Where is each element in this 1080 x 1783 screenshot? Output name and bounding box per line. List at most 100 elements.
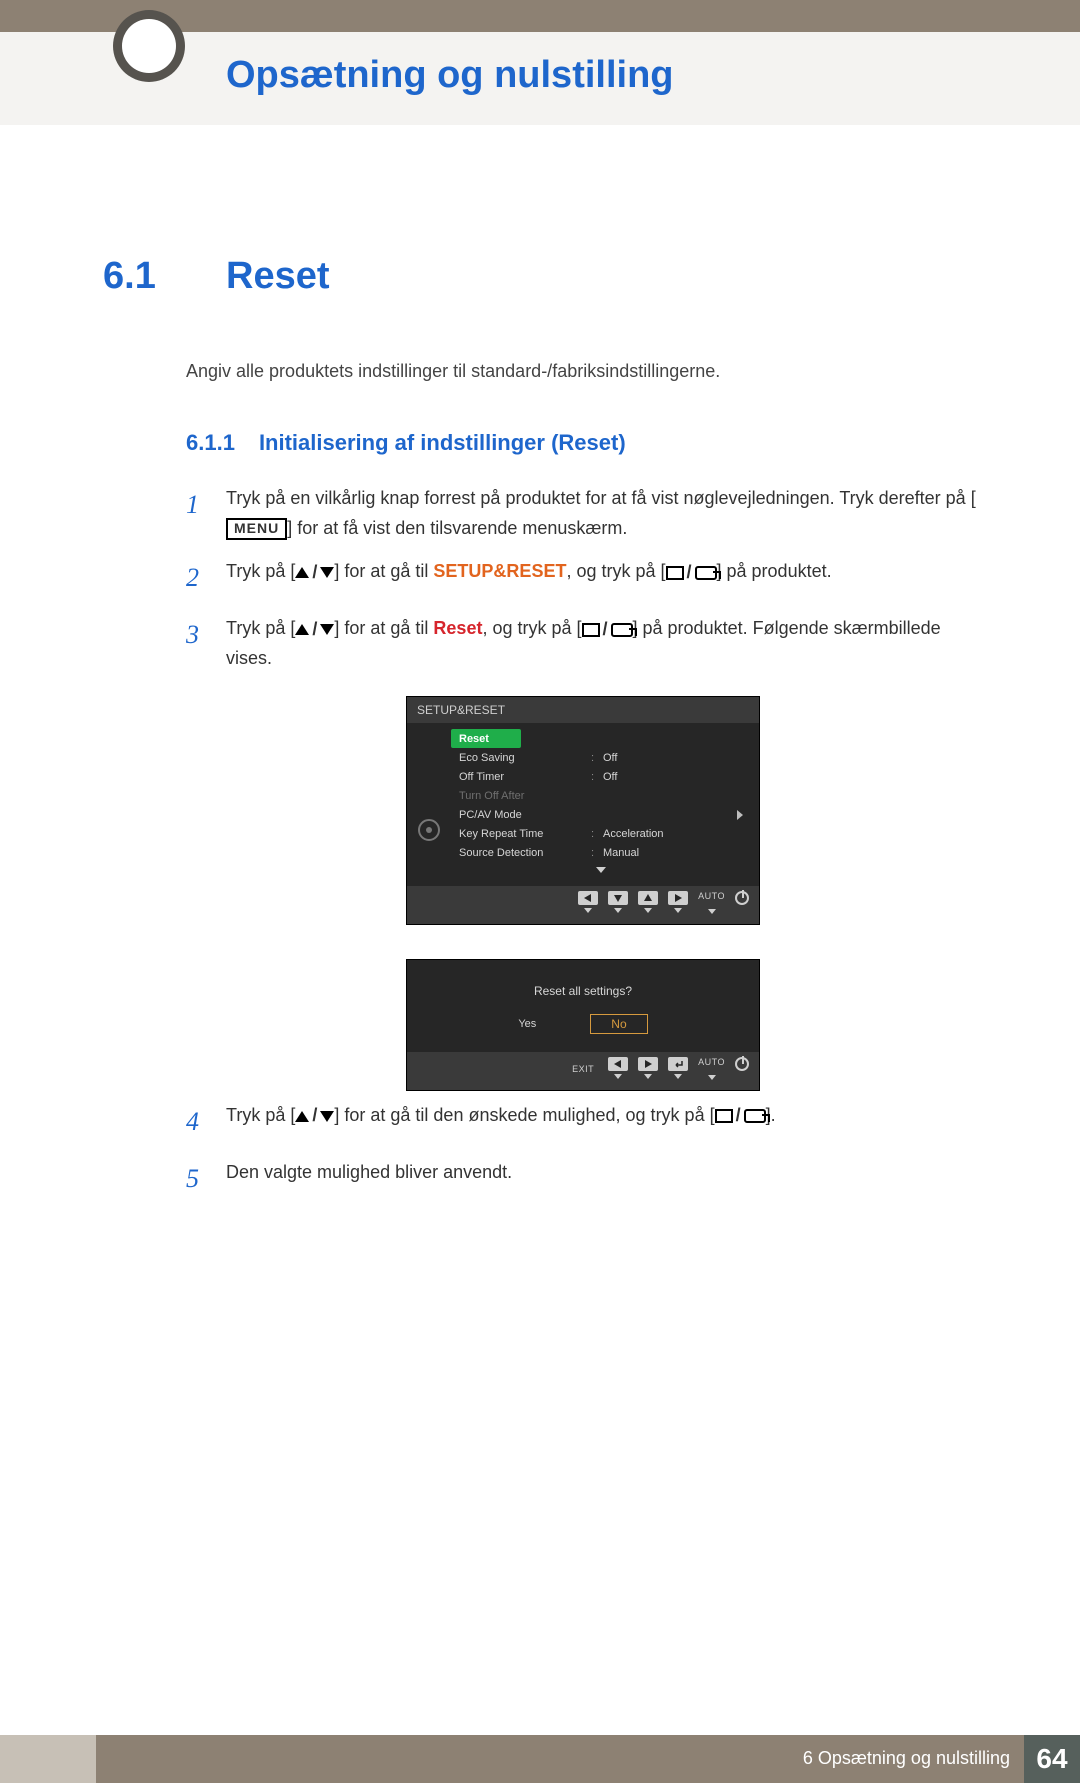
osd-row-pc-av-mode: PC/AV Mode xyxy=(451,805,751,824)
osd-row-off-timer: Off Timer: Off xyxy=(451,767,751,786)
text: Tryk på [ xyxy=(226,561,295,581)
text: ] på produktet. xyxy=(717,561,832,581)
footer-accent xyxy=(0,1735,96,1783)
confirm-question: Reset all settings? xyxy=(407,960,759,1014)
caret-right-icon xyxy=(737,805,743,824)
step-3: 3 Tryk på [/] for at gå til Reset, og tr… xyxy=(186,614,980,674)
header-band: Opsætning og nulstilling xyxy=(0,32,1080,125)
osd-screenshot-confirm: Reset all settings? Yes No EXIT AUTO xyxy=(406,959,760,1091)
text: Tryk på [ xyxy=(226,618,295,638)
nav-right-icon xyxy=(638,1057,658,1079)
enter-source-icon: / xyxy=(715,1101,766,1131)
step-number: 2 xyxy=(186,557,208,600)
text: Tryk på [ xyxy=(226,1105,295,1125)
text: ] for at gå til den ønskede mulighed, og… xyxy=(334,1105,714,1125)
text: , og tryk på [ xyxy=(482,618,581,638)
nav-enter-icon xyxy=(668,1057,688,1079)
section-title: Reset xyxy=(226,255,330,298)
value: Manual xyxy=(603,847,639,859)
label: Reset xyxy=(459,733,489,745)
nav-up-icon xyxy=(638,891,658,914)
osd-row-eco-saving: Eco Saving: Off xyxy=(451,748,751,767)
step-1: 1 Tryk på en vilkårlig knap forrest på p… xyxy=(186,484,980,543)
subsection-heading: 6.1.1 Initialisering af indstillinger (R… xyxy=(186,430,980,456)
nav-right-icon xyxy=(668,891,688,914)
step-5: 5 Den valgte mulighed bliver anvendt. xyxy=(186,1158,980,1201)
text: ] for at gå til xyxy=(334,561,433,581)
up-down-icon: / xyxy=(295,558,334,588)
nav-down-icon xyxy=(608,891,628,914)
osd-row-source-detection: Source Detection: Manual xyxy=(451,843,751,862)
step-text: Tryk på [/] for at gå til Reset, og tryk… xyxy=(226,614,980,674)
osd2-footer: EXIT AUTO xyxy=(407,1052,759,1090)
up-down-icon: / xyxy=(295,615,334,645)
step-number: 5 xyxy=(186,1158,208,1201)
text: Tryk på en vilkårlig knap forrest på pro… xyxy=(226,488,976,508)
step-2: 2 Tryk på [/] for at gå til SETUP&RESET,… xyxy=(186,557,980,600)
option-yes: Yes xyxy=(518,1018,536,1030)
colon: : xyxy=(591,847,594,859)
value: Off xyxy=(603,752,617,764)
osd-sidebar xyxy=(407,723,451,886)
step-number: 1 xyxy=(186,484,208,543)
osd-row-key-repeat: Key Repeat Time: Acceleration xyxy=(451,824,751,843)
section-intro: Angiv alle produktets indstillinger til … xyxy=(186,358,980,385)
enter-source-icon: / xyxy=(666,558,717,588)
step-text: Tryk på [/] for at gå til SETUP&RESET, o… xyxy=(226,557,832,600)
chapter-title: Opsætning og nulstilling xyxy=(226,54,1080,97)
chapter-icon xyxy=(113,10,185,82)
steps-list: 1 Tryk på en vilkårlig knap forrest på p… xyxy=(186,484,980,1201)
power-icon xyxy=(735,891,749,914)
osd-screenshot-menu: SETUP&RESET Reset Eco Saving: Off Off Tim… xyxy=(406,696,760,1091)
target-setup-reset: SETUP&RESET xyxy=(433,561,566,581)
label: Eco Saving xyxy=(459,752,515,764)
value: Off xyxy=(603,771,617,783)
enter-source-icon: / xyxy=(582,615,633,645)
label: Key Repeat Time xyxy=(459,828,543,840)
osd-footer: AUTO xyxy=(407,886,759,924)
section-number: 6.1 xyxy=(100,255,226,298)
label: Off Timer xyxy=(459,771,504,783)
page-number: 64 xyxy=(1024,1735,1080,1783)
text: ] for at gå til xyxy=(334,618,433,638)
nav-left-icon xyxy=(578,891,598,914)
page-content: 6.1 Reset Angiv alle produktets indstill… xyxy=(0,255,1080,1735)
subsection-number: 6.1.1 xyxy=(186,430,235,456)
label: AUTO xyxy=(698,891,725,901)
text: , og tryk på [ xyxy=(566,561,665,581)
menu-button-icon: MENU xyxy=(226,518,287,540)
value: Acceleration xyxy=(603,828,664,840)
step-4: 4 Tryk på [/] for at gå til den ønskede … xyxy=(186,1101,980,1144)
footer-text: 6 Opsætning og nulstilling xyxy=(803,1748,1010,1769)
nav-auto: AUTO xyxy=(698,891,725,914)
step-text: Den valgte mulighed bliver anvendt. xyxy=(226,1158,512,1201)
nav-auto: AUTO xyxy=(698,1057,725,1080)
step-text: Tryk på [/] for at gå til den ønskede mu… xyxy=(226,1101,776,1144)
power-icon xyxy=(735,1057,749,1071)
step-number: 3 xyxy=(186,614,208,674)
colon: : xyxy=(591,771,594,783)
label: PC/AV Mode xyxy=(459,809,522,821)
text: ] for at få vist den tilsvarende menuskæ… xyxy=(287,518,627,538)
step-text: Tryk på en vilkårlig knap forrest på pro… xyxy=(226,484,980,543)
osd-menu-list: Reset Eco Saving: Off Off Timer: Off Turn … xyxy=(451,723,759,886)
colon: : xyxy=(591,752,594,764)
colon: : xyxy=(591,828,594,840)
option-no: No xyxy=(590,1014,647,1034)
osd-scroll-down-icon xyxy=(451,862,751,880)
page-footer: 6 Opsætning og nulstilling 64 xyxy=(0,1735,1080,1783)
confirm-options: Yes No xyxy=(407,1014,759,1052)
subsection-title: Initialisering af indstillinger (Reset) xyxy=(259,430,626,456)
exit-label: EXIT xyxy=(572,1064,594,1074)
label: Turn Off After xyxy=(459,790,524,802)
step-number: 4 xyxy=(186,1101,208,1144)
label: Source Detection xyxy=(459,847,543,859)
target-reset: Reset xyxy=(433,618,482,638)
osd-title: SETUP&RESET xyxy=(407,697,759,723)
label: AUTO xyxy=(698,1057,725,1067)
section-heading: 6.1 Reset xyxy=(100,255,980,298)
osd-row-turn-off-after: Turn Off After xyxy=(451,786,751,805)
gear-icon xyxy=(418,819,440,841)
up-down-icon: / xyxy=(295,1101,334,1131)
osd-row-reset: Reset xyxy=(451,729,521,748)
